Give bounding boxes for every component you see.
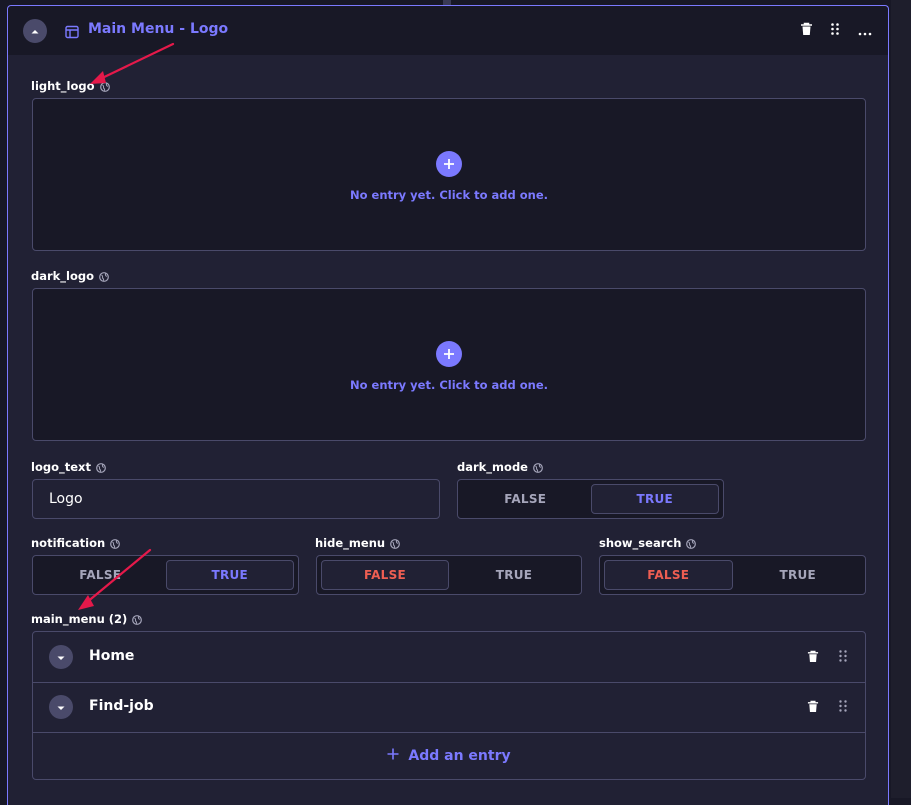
globe-icon	[110, 538, 121, 549]
delete-entry-button[interactable]	[805, 649, 821, 665]
globe-icon	[132, 614, 143, 625]
notification-label: notification	[31, 536, 121, 550]
component-title[interactable]: Main Menu - Logo	[88, 21, 228, 37]
globe-icon	[99, 271, 109, 282]
delete-entry-button[interactable]	[805, 699, 821, 715]
trash-icon	[807, 698, 819, 717]
drag-component-handle[interactable]	[827, 22, 843, 38]
layout-icon	[65, 24, 79, 39]
component-panel: Main Menu - Logo light_logo No entry yet…	[7, 5, 889, 805]
drag-icon	[838, 648, 848, 667]
empty-state-text: No entry yet. Click to add one.	[349, 378, 549, 392]
dark-mode-toggle: FALSE TRUE	[457, 479, 724, 519]
page-edge	[891, 0, 911, 798]
hide-menu-false[interactable]: FALSE	[321, 560, 449, 590]
dark-logo-label: dark_logo	[31, 269, 109, 283]
list-item[interactable]: Home	[33, 632, 865, 683]
caret-down-icon	[56, 698, 66, 717]
caret-up-icon	[30, 22, 40, 41]
component-header: Main Menu - Logo	[8, 6, 888, 55]
light-logo-label: light_logo	[31, 79, 110, 93]
drag-icon	[830, 21, 840, 40]
logo-text-label: logo_text	[31, 460, 106, 474]
expand-button[interactable]	[49, 645, 73, 669]
trash-icon	[807, 648, 819, 667]
notification-toggle: FALSE TRUE	[32, 555, 299, 595]
dark-mode-false[interactable]: FALSE	[462, 484, 589, 514]
globe-icon	[96, 462, 106, 473]
more-actions-button[interactable]	[857, 22, 873, 38]
list-item-label: Home	[89, 648, 135, 664]
show-search-true[interactable]: TRUE	[735, 560, 862, 590]
dark-mode-true[interactable]: TRUE	[590, 484, 719, 514]
empty-state-text: No entry yet. Click to add one.	[349, 188, 549, 202]
drag-icon	[838, 698, 848, 717]
logo-text-input[interactable]: Logo	[32, 479, 440, 519]
globe-icon	[686, 538, 697, 549]
drag-entry-handle[interactable]	[835, 649, 851, 665]
show-search-toggle: FALSE TRUE	[599, 555, 866, 595]
show-search-label: show_search	[599, 536, 697, 550]
collapse-button[interactable]	[23, 19, 47, 43]
add-icon	[436, 341, 462, 367]
more-icon	[858, 21, 872, 40]
plus-icon	[387, 748, 399, 764]
show-search-false[interactable]: FALSE	[604, 560, 733, 590]
drag-entry-handle[interactable]	[835, 699, 851, 715]
hide-menu-toggle: FALSE TRUE	[316, 555, 582, 595]
hide-menu-label: hide_menu	[315, 536, 400, 550]
globe-icon	[390, 538, 400, 549]
list-item-label: Find-job	[89, 698, 154, 714]
globe-icon	[533, 462, 543, 473]
list-item[interactable]: Find-job	[33, 682, 865, 733]
delete-component-button[interactable]	[798, 22, 814, 38]
add-entry-button[interactable]: Add an entry	[33, 732, 865, 779]
caret-down-icon	[56, 648, 66, 667]
add-icon	[436, 151, 462, 177]
trash-icon	[800, 21, 813, 40]
light-logo-dropzone[interactable]: No entry yet. Click to add one.	[32, 98, 866, 251]
globe-icon	[99, 81, 110, 92]
notification-false[interactable]: FALSE	[37, 560, 164, 590]
notification-true[interactable]: TRUE	[165, 560, 294, 590]
hide-menu-true[interactable]: TRUE	[451, 560, 577, 590]
main-menu-list: Home Find-job Add an entry	[32, 631, 866, 780]
expand-button[interactable]	[49, 695, 73, 719]
dark-mode-label: dark_mode	[457, 460, 543, 474]
dark-logo-dropzone[interactable]: No entry yet. Click to add one.	[32, 288, 866, 441]
main-menu-label: main_menu (2)	[31, 612, 143, 626]
